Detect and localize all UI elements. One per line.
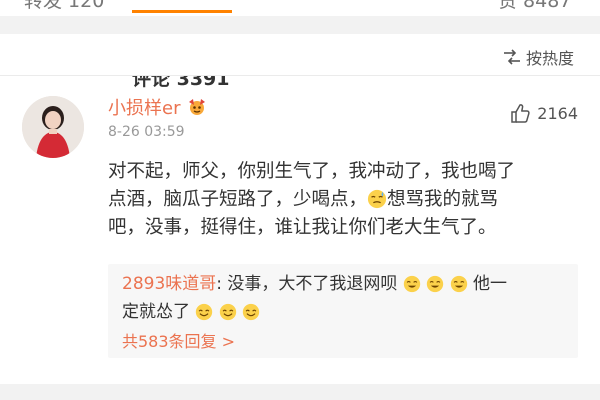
reply-username[interactable]: 2893味道哥 [122,274,216,294]
divider-band [0,384,600,400]
smile-emoji-icon [243,303,260,321]
reply-text: 2893味道哥: 没事，大不了我退网呗 他一 定就怂了 [122,270,570,326]
smile-emoji-icon [196,303,213,321]
grin-emoji-icon [427,275,444,293]
smile-emoji-icon [219,303,236,321]
like-button[interactable]: 2164 [509,102,578,124]
like-count: 2164 [537,103,578,123]
sort-label: 按热度 [525,49,574,68]
reply-text-part-1: : 没事，大不了我退网呗 [216,274,398,294]
comment-line-2a: 点酒，脑瓜子短路了，少喝点， [108,189,368,210]
comment-item: 小损样er 8-26 03:59 2164 对不起，师父，你别生气了，我冲动了，… [0,78,600,378]
tab-repost[interactable]: 转发 120 [24,0,104,13]
comment-line-1: 对不起，师父，你别生气了，我冲动了，我也喝了 [108,161,516,182]
grin-emoji-icon [403,275,420,293]
comment-body: 对不起，师父，你别生气了，我冲动了，我也喝了 点酒，脑瓜子短路了，少喝点， 想骂… [108,158,578,242]
sweat-face-emoji-icon [367,189,387,209]
reply-text-part-3: 定就怂了 [122,302,190,322]
comment-timestamp: 8-26 03:59 [108,124,185,140]
thumbs-up-icon [511,104,530,123]
comment-line-3: 吧，没事，挺得住，谁让我让你们老大生气了。 [108,217,497,238]
active-tab-indicator [132,10,232,13]
reply-preview[interactable]: 2893味道哥: 没事，大不了我退网呗 他一 定就怂了 共583条回复 > [108,264,578,358]
sort-icon [503,49,520,65]
reply-text-part-2: 他一 [473,274,508,294]
avatar[interactable] [22,96,84,158]
grin-emoji-icon [450,275,467,293]
view-replies-link[interactable]: 共583条回复 > [122,328,235,352]
sort-row: 按热度 [0,34,600,76]
sort-by-popularity-button[interactable]: 按热度 [502,45,574,69]
comment-line-2b: 想骂我的就骂 [387,189,499,210]
comment-username[interactable]: 小损样er [108,94,180,120]
tab-bar: 转发 120 评论 3391 赞 8487 [0,0,600,90]
divider-band [0,16,600,34]
tab-like[interactable]: 赞 8487 [498,0,571,13]
vip-badge-icon [189,99,206,115]
